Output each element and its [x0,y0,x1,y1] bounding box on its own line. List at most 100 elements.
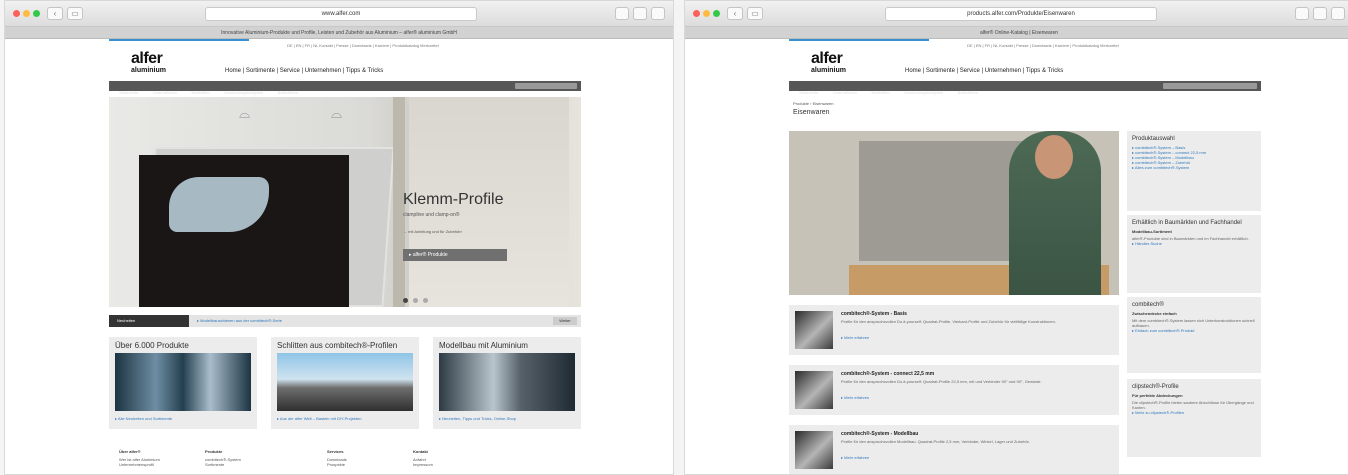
hero-subtitle: clampline und clamp-on® [403,212,460,218]
card-title: Über 6.000 Produkte [115,341,189,350]
accent-strip [109,39,249,41]
meta-links[interactable]: DE | EN | FR | NL Kontakt | Presse | Dow… [287,43,439,48]
breadcrumb[interactable]: Produkte › Eisenwaren [793,101,833,106]
category-item[interactable]: Anwendungsbeispiele [904,90,943,95]
products-button[interactable]: ▸ alfer® Produkte [403,249,507,261]
close-window-button[interactable] [693,10,700,17]
product-link[interactable]: ▸ Mehr erfahren [841,395,869,400]
product-row[interactable]: combitech®-System - Modellbau Profile fü… [789,425,1119,474]
download-icon[interactable] [1295,7,1309,20]
product-description: Profile für den anspruchsvollen Do-it-yo… [841,319,1056,324]
product-image [795,371,833,409]
laundry-symbol-icon: ⌓ [331,105,343,121]
category-item[interactable]: Anwendungsbeispiele [224,90,263,95]
browser-toolbar: ‹ ▭ products.alfer.com/Produkte/Eisenwar… [685,1,1348,27]
warehouse-image [115,353,251,411]
product-row[interactable]: combitech®-System - Basis Profile für de… [789,305,1119,355]
tabs-icon[interactable] [1331,7,1345,20]
hero-link[interactable]: → mit Anleitung und für Zubehörr [403,229,462,234]
alfer-logo[interactable]: alfer aluminium [131,50,167,75]
address-bar[interactable]: www.alfer.com [205,7,477,21]
minimize-window-button[interactable] [23,10,30,17]
meta-links[interactable]: DE | EN | FR | NL Kontakt | Presse | Dow… [967,43,1119,48]
category-item[interactable]: Unternehmen [153,90,177,95]
main-nav[interactable]: Home | Sortimente | Service | Unternehme… [225,68,383,74]
close-window-button[interactable] [13,10,20,17]
product-description: Profile für den anspruchsvollen Modellba… [841,439,1030,444]
laundry-symbol-icon: ⌓ [239,105,251,121]
card-link[interactable]: ▸ Alle Neuheiten und Sortimente [109,413,257,424]
sidebar-link[interactable]: ▸ Alles zum combitech®-System [1132,165,1256,170]
download-icon[interactable] [615,7,629,20]
sidebar-link[interactable]: ▸ Händler-Suche [1132,241,1256,246]
logo-text: alfer [131,50,163,67]
logo-text: alfer [811,50,843,67]
category-item[interactable]: Broschüren [278,90,298,95]
sidebar-icon[interactable]: ▭ [67,7,83,20]
sidebar-icon[interactable]: ▭ [747,7,763,20]
product-link[interactable]: ▸ Mehr erfahren [841,455,869,460]
category-item[interactable]: Unternehmen [833,90,857,95]
sidebar-links[interactable]: ▸ combitech®-System – Basis ▸ combitech®… [1132,145,1256,165]
slider-dots[interactable] [403,290,433,307]
sidebar-link[interactable]: ▸ Mehr zu clipstech®-Profilen [1132,410,1256,415]
card-title: Schlitten aus combitech®-Profilen [277,341,398,350]
share-icon[interactable] [1313,7,1327,20]
news-link[interactable]: ▸ Modellbauschienen aus der combitech®-S… [197,318,282,323]
zoom-window-button[interactable] [713,10,720,17]
news-bar: Neuheiten ▸ Modellbauschienen aus der co… [109,315,581,327]
sidebar-box: Erhältlich in Baumärkten und Fachhandel … [1127,215,1261,293]
footer-column: Über alfer® Wer ist alfer Aluminium Untern… [119,449,160,467]
news-tag: Neuheiten [109,315,189,327]
sidebar-box: clipstech®-Profile Für perfekte Abdeckun… [1127,379,1261,457]
category-item[interactable]: Neuheiten [192,90,210,95]
hero-slider: ⌓ ⌓ Klemm-Profile clampline und clamp-on… [109,97,581,307]
page-title: Eisenwaren [793,109,830,116]
sled-image [277,353,413,411]
search-input[interactable] [1163,83,1257,89]
tab-title[interactable]: alfer® Online-Katalog | Eisenwaren [685,27,1348,39]
product-title[interactable]: combitech®-System - connect 22,5 mm [841,371,934,377]
category-bar: Sortimente Unternehmen Neuheiten Anwendu… [109,81,581,95]
sidebar-link[interactable]: ▸ Einfach zum combitech®-Produkt [1132,328,1256,333]
tabs-icon[interactable] [651,7,665,20]
modelmaking-image [439,353,575,411]
teaser-card[interactable]: Schlitten aus combitech®-Profilen ▸ Aus … [271,337,419,429]
teaser-card[interactable]: Modellbau mit Aluminium ▸ Neuheiten, Tip… [433,337,581,429]
alfer-logo[interactable]: alfer aluminium [811,50,847,75]
category-item[interactable]: Sortimente [119,90,138,95]
browser-window-right: ‹ ▭ products.alfer.com/Produkte/Eisenwar… [684,0,1348,475]
teaser-card[interactable]: Über 6.000 Produkte ▸ Alle Neuheiten und… [109,337,257,429]
back-button[interactable]: ‹ [727,7,743,20]
search-input[interactable] [515,83,577,89]
logo-subtext: aluminium [811,67,847,74]
back-button[interactable]: ‹ [47,7,63,20]
sidebar-box: Produktauswahl ▸ combitech®-System – Bas… [1127,131,1261,211]
product-description: Profile für den anspruchsvollen Do-it-yo… [841,379,1042,384]
card-link[interactable]: ▸ Neuheiten, Tipps und Tricks, Online-Sh… [433,413,581,424]
main-nav[interactable]: Home | Sortimente | Service | Unternehme… [905,68,1063,74]
tab-title[interactable]: Innovative Aluminium-Produkte und Profil… [5,27,673,39]
news-more-button[interactable]: Weiter [553,317,577,325]
category-bar: Sortimente Unternehmen Neuheiten Anwendu… [789,81,1261,95]
product-title[interactable]: combitech®-System - Basis [841,311,907,317]
zoom-window-button[interactable] [33,10,40,17]
product-row[interactable]: combitech®-System - connect 22,5 mm Prof… [789,365,1119,415]
product-link[interactable]: ▸ Mehr erfahren [841,335,869,340]
card-title: Modellbau mit Aluminium [439,341,528,350]
category-item[interactable]: Neuheiten [872,90,890,95]
card-link[interactable]: ▸ Aus der alfer Welt – Basteln mit DIY-P… [271,413,419,424]
minimize-window-button[interactable] [703,10,710,17]
product-title[interactable]: combitech®-System - Modellbau [841,431,918,437]
footer-column: Produkte combitech®-System Sortimente [205,449,241,467]
sidebar-box: combitech® Zwischendecke einfach Mit dem… [1127,297,1261,373]
hero-title: Klemm-Profile [403,191,504,208]
category-item[interactable]: Broschüren [958,90,978,95]
footer-column: Services Downloads Prospekte [327,449,347,467]
category-item[interactable]: Sortimente [799,90,818,95]
accent-strip [789,39,929,41]
product-image [795,431,833,469]
share-icon[interactable] [633,7,647,20]
logo-subtext: aluminium [131,67,167,74]
address-bar[interactable]: products.alfer.com/Produkte/Eisenwaren [885,7,1157,21]
